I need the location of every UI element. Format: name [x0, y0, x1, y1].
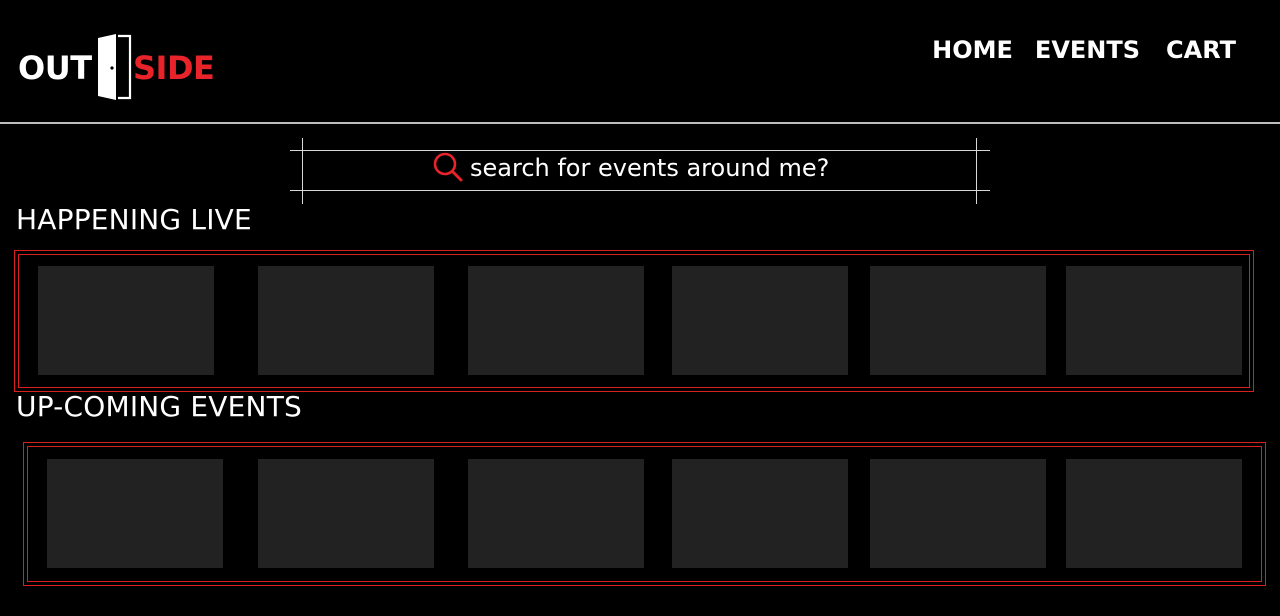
nav-events-link[interactable]: EVENTS [1035, 36, 1140, 64]
search-border-right [976, 138, 977, 204]
page: OUT SIDE HOME EVENTS CART HAPPENING LIVE [0, 0, 1280, 616]
section-title-upcoming: UP-COMING EVENTS [16, 390, 302, 423]
search-bar[interactable] [290, 138, 990, 204]
search-border-top [290, 150, 990, 151]
event-card[interactable] [258, 266, 434, 375]
event-card[interactable] [672, 459, 848, 568]
header-divider [0, 122, 1280, 124]
logo-text-side: SIDE [133, 49, 215, 87]
nav-cart-link[interactable]: CART [1166, 36, 1236, 64]
event-card[interactable] [258, 459, 434, 568]
main-nav: HOME EVENTS CART [932, 36, 1236, 64]
section-title-live: HAPPENING LIVE [16, 203, 252, 236]
nav-home-link[interactable]: HOME [932, 36, 1013, 64]
door-icon [98, 34, 132, 100]
search-input[interactable] [470, 152, 950, 184]
event-card[interactable] [468, 459, 644, 568]
event-card[interactable] [870, 459, 1046, 568]
search-border-left [302, 138, 303, 204]
logo-text-out: OUT [18, 49, 92, 87]
logo[interactable]: OUT SIDE [16, 32, 216, 102]
search-border-bottom [290, 190, 990, 191]
event-card[interactable] [468, 266, 644, 375]
event-card[interactable] [1066, 266, 1242, 375]
event-card[interactable] [1066, 459, 1242, 568]
event-card[interactable] [47, 459, 223, 568]
event-card[interactable] [38, 266, 214, 375]
event-card[interactable] [672, 266, 848, 375]
search-icon[interactable] [432, 151, 464, 183]
event-card[interactable] [870, 266, 1046, 375]
